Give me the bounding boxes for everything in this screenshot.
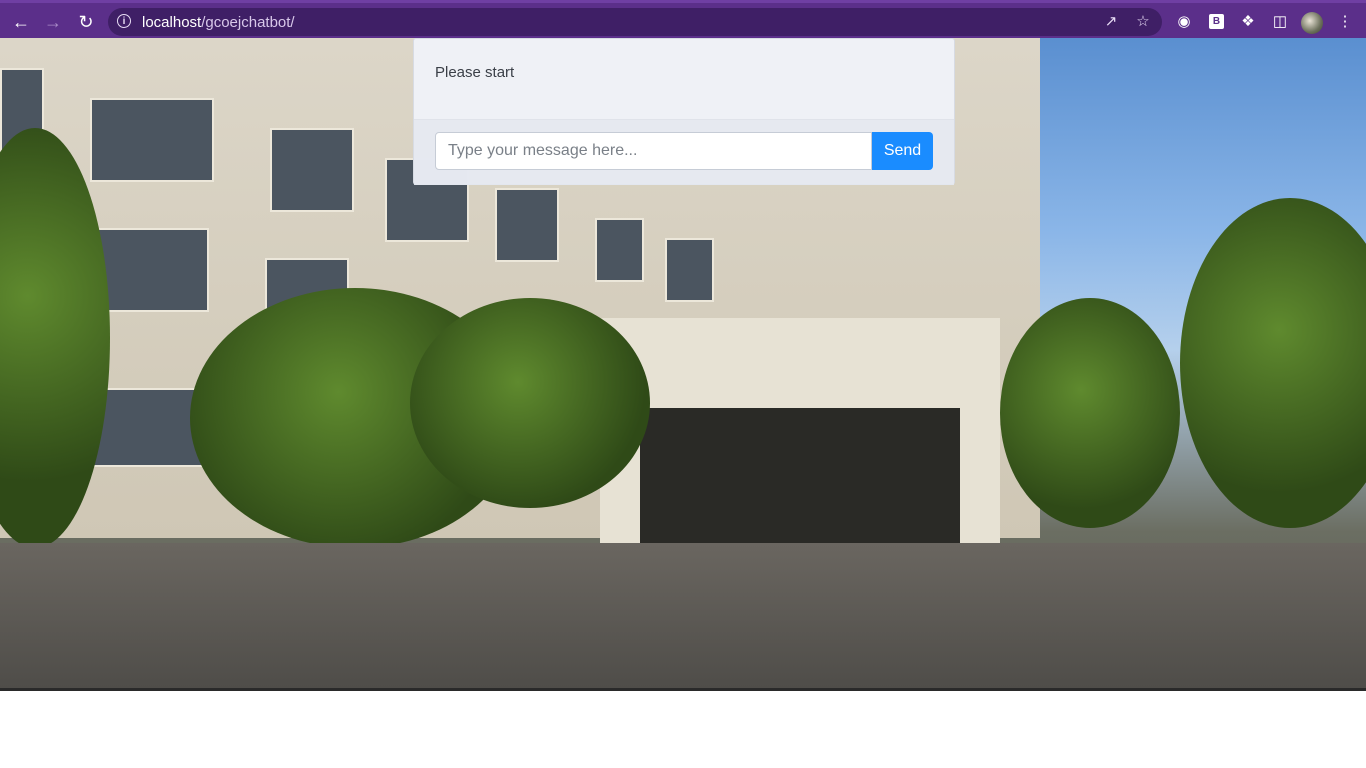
building-window [665,238,714,302]
tree [1180,198,1366,528]
url-host: localhost [142,14,202,31]
building-window [495,188,559,262]
chatbot-panel: Please start Send [413,38,955,185]
site-info-icon[interactable]: i [117,14,131,28]
bookmark-star-icon[interactable]: ☆ [1134,13,1152,31]
extensions-puzzle-icon[interactable]: ❖ [1238,12,1258,32]
b-extension-icon[interactable]: B [1209,14,1224,29]
profile-avatar[interactable] [1301,12,1323,34]
page-divider [0,688,1366,691]
url-text[interactable]: localhost/gcoejchatbot/ [142,14,295,31]
reload-icon[interactable]: ↻ [75,11,97,33]
address-bar[interactable]: i localhost/gcoejchatbot/ ↗ ☆ [108,8,1162,36]
tree [410,298,650,508]
forward-icon[interactable]: → [42,11,64,33]
side-panel-icon[interactable]: ◫ [1270,12,1290,32]
url-path: /gcoejchatbot/ [201,14,295,31]
send-button[interactable]: Send [872,132,933,170]
back-icon[interactable]: ← [10,11,32,33]
tree [1000,298,1180,528]
panda-extension-icon[interactable]: ◉ [1174,12,1194,32]
chat-input-bar: Send [414,119,954,185]
message-input[interactable] [435,132,872,170]
share-icon[interactable]: ↗ [1102,13,1120,31]
menu-kebab-icon[interactable]: ⋮ [1335,12,1355,32]
chat-messages: Please start [414,39,954,119]
browser-toolbar: ← → ↻ i localhost/gcoejchatbot/ ↗ ☆ ◉ B … [0,0,1366,38]
building-window [595,218,644,282]
entrance-porch [600,318,1000,558]
building-window [270,128,354,212]
bot-message: Please start [435,64,515,81]
courtyard-ground [0,543,1366,688]
building-window [90,98,214,182]
entrance-doorway [640,408,960,558]
